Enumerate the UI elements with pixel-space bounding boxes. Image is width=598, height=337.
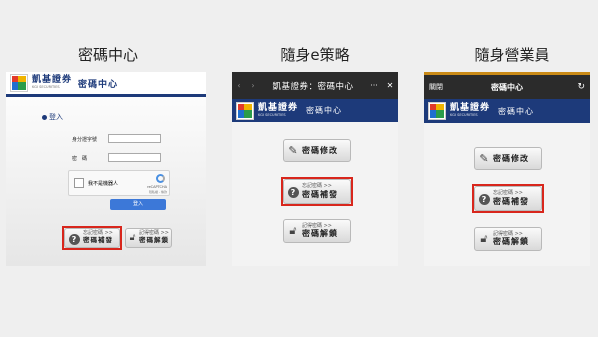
login-link[interactable]: 登入 xyxy=(42,112,63,122)
kgi-logo-icon xyxy=(428,102,446,120)
lock-icon: 🔓︎ xyxy=(129,233,136,243)
more-icon[interactable]: ··· xyxy=(366,81,382,90)
back-arrow-icon[interactable]: ‹ xyxy=(232,81,246,90)
brand-name: 凱基證券 xyxy=(258,102,299,113)
brand-english: KGI SECURITIES xyxy=(258,112,286,117)
web-unlock-password-button[interactable]: 🔓︎ 記得密碼 >> 密碼解鎖 xyxy=(125,228,172,248)
id-input[interactable] xyxy=(108,134,161,143)
estrategy-unlock-password-button[interactable]: 🔓︎ 記得密碼 >> 密碼解鎖 xyxy=(283,219,351,243)
estrategy-screenshot: ‹ › 凱基證券：密碼中心 ··· ✕ 凱基證券 KGI SECURITIES 密… xyxy=(232,72,398,266)
kgi-logo-icon xyxy=(236,101,254,120)
estrategy-header-title: 凱基證券：密碼中心 xyxy=(272,81,354,92)
kgi-logo-icon xyxy=(10,74,28,92)
title-estrategy: 隨身e策略 xyxy=(280,46,350,64)
password-label: 密 碼 xyxy=(72,156,88,162)
title-mobile-broker: 隨身營業員 xyxy=(474,46,550,64)
center-label: 密碼中心 xyxy=(306,106,343,115)
lock-icon: 🔓︎ xyxy=(289,224,297,237)
forward-arrow-icon[interactable]: › xyxy=(246,81,260,90)
web-forgot-highlight xyxy=(62,226,122,250)
recaptcha-checkbox[interactable] xyxy=(74,178,84,188)
id-label: 身分證字號 xyxy=(72,137,98,143)
lock-icon: 🔓︎ xyxy=(480,232,488,245)
close-icon[interactable]: ✕ xyxy=(382,81,398,90)
estrategy-forgot-highlight xyxy=(281,177,353,206)
mobile-modify-password-button[interactable]: ✎ 密碼修改 xyxy=(474,147,542,170)
brand-english: KGI SECURITIES xyxy=(32,85,60,90)
brand-name: 凱基證券 xyxy=(450,103,491,114)
web-password-center-screenshot: 凱基證券 KGI SECURITIES 密碼中心 登入 身分證字號 密 碼 我不是… xyxy=(6,72,206,266)
brand-english: KGI SECURITIES xyxy=(450,113,478,118)
estrategy-titlebar: ‹ › 凱基證券：密碼中心 ··· ✕ xyxy=(232,72,398,99)
estrategy-brand-bar: 凱基證券 KGI SECURITIES 密碼中心 xyxy=(232,99,398,122)
mobile-broker-screenshot: 關閉 密碼中心 ↻ 凱基證券 KGI SECURITIES 密碼中心 ✎ 密碼修改… xyxy=(424,72,590,266)
estrategy-modify-password-button[interactable]: ✎ 密碼修改 xyxy=(283,139,351,162)
center-label: 密碼中心 xyxy=(78,79,119,90)
recaptcha-logo-icon xyxy=(156,174,165,183)
password-input[interactable] xyxy=(108,153,161,162)
pencil-icon: ✎ xyxy=(288,144,298,157)
recaptcha-label: 我不是機器人 xyxy=(88,181,119,187)
title-password-center: 密碼中心 xyxy=(77,46,138,64)
web-header: 凱基證券 KGI SECURITIES 密碼中心 xyxy=(6,72,206,94)
mobile-forgot-highlight xyxy=(472,184,544,213)
mobile-titlebar: 關閉 密碼中心 ↻ xyxy=(424,72,590,99)
refresh-icon[interactable]: ↻ xyxy=(555,82,585,92)
pencil-icon: ✎ xyxy=(479,152,489,165)
recaptcha-terms[interactable]: 隱私權 - 條款 xyxy=(149,190,167,194)
mobile-brand-bar: 凱基證券 KGI SECURITIES 密碼中心 xyxy=(424,99,590,123)
close-button[interactable]: 關閉 xyxy=(429,82,459,92)
center-label: 密碼中心 xyxy=(498,106,535,116)
mobile-unlock-password-button[interactable]: 🔓︎ 記得密碼 >> 密碼解鎖 xyxy=(474,227,542,251)
bullet-icon xyxy=(42,114,47,120)
recaptcha-brand: reCAPTCHA xyxy=(147,185,167,189)
login-button[interactable]: 登入 xyxy=(110,199,166,210)
recaptcha-box[interactable]: 我不是機器人 reCAPTCHA 隱私權 - 條款 xyxy=(68,170,170,196)
mobile-header-title: 密碼中心 xyxy=(491,82,523,92)
brand-name: 凱基證券 xyxy=(32,75,73,86)
